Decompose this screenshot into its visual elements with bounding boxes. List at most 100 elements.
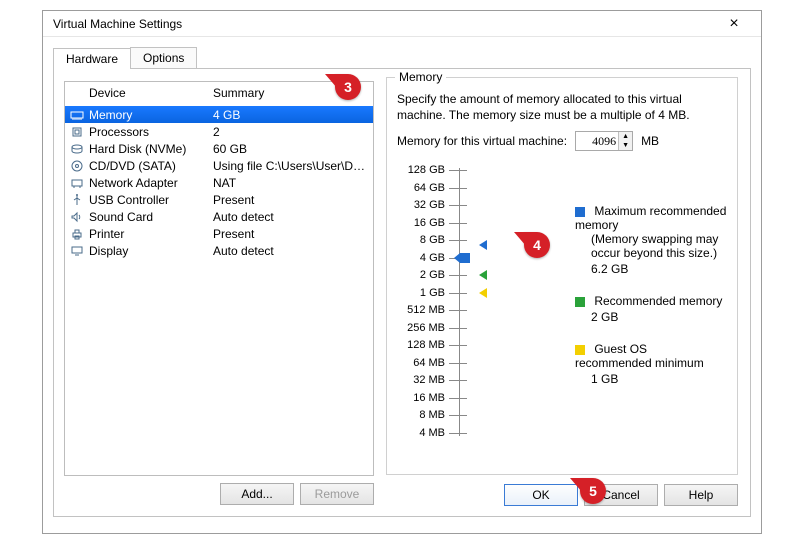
device-row-net[interactable]: Network AdapterNAT (65, 174, 373, 191)
scale-label: 64 GB (397, 182, 445, 194)
memory-spinner[interactable]: ▲▼ (575, 131, 633, 151)
device-name: USB Controller (89, 193, 213, 207)
memory-scale[interactable]: Maximum recommended memory (Memory swapp… (397, 164, 727, 466)
window-title: Virtual Machine Settings (53, 17, 182, 31)
device-row-sound[interactable]: Sound CardAuto detect (65, 208, 373, 225)
memory-slider-track[interactable] (459, 168, 467, 436)
scale-label: 4 GB (397, 252, 445, 264)
device-name: Memory (89, 108, 213, 122)
device-list[interactable]: Device Summary Memory4 GBProcessors2Hard… (64, 81, 374, 476)
scale-label: 32 GB (397, 199, 445, 211)
device-summary: NAT (213, 176, 369, 190)
memory-legend: Maximum recommended memory (Memory swapp… (575, 204, 727, 404)
scale-label: 8 MB (397, 409, 445, 421)
header-device: Device (89, 86, 213, 100)
legend-rec-value: 2 GB (591, 310, 727, 324)
square-icon (575, 297, 585, 307)
help-button[interactable]: Help (664, 484, 738, 506)
memory-description: Specify the amount of memory allocated t… (397, 92, 727, 123)
device-name: Hard Disk (NVMe) (89, 142, 213, 156)
legend-max-value: 6.2 GB (591, 262, 727, 276)
scale-tick (449, 415, 467, 416)
printer-icon (69, 227, 85, 241)
device-summary: Present (213, 193, 369, 207)
cpu-icon (69, 125, 85, 139)
scale-label: 2 GB (397, 269, 445, 281)
hdd-icon (69, 142, 85, 156)
net-icon (69, 176, 85, 190)
scale-label: 8 GB (397, 234, 445, 246)
scale-tick (449, 275, 467, 276)
cddvd-icon (69, 159, 85, 173)
scale-tick (449, 310, 467, 311)
device-row-cpu[interactable]: Processors2 (65, 123, 373, 140)
device-name: Display (89, 244, 213, 258)
scale-tick (449, 223, 467, 224)
legend-max: Maximum recommended memory (Memory swapp… (575, 204, 727, 276)
device-summary: 60 GB (213, 142, 369, 156)
scale-tick (449, 345, 467, 346)
callout-4: 4 (524, 232, 550, 258)
scale-label: 128 MB (397, 339, 445, 351)
device-row-hdd[interactable]: Hard Disk (NVMe)60 GB (65, 140, 373, 157)
legend-max-label: Maximum recommended memory (575, 204, 726, 232)
device-summary: Auto detect (213, 244, 369, 258)
scale-tick (449, 380, 467, 381)
header-summary: Summary (213, 86, 264, 100)
device-name: Printer (89, 227, 213, 241)
scale-tick (449, 205, 467, 206)
device-row-display[interactable]: DisplayAuto detect (65, 242, 373, 259)
memory-slider-head[interactable] (460, 253, 474, 263)
device-summary: Present (213, 227, 369, 241)
callout-3: 3 (335, 74, 361, 100)
device-list-body: Memory4 GBProcessors2Hard Disk (NVMe)60 … (65, 106, 373, 259)
device-name: Processors (89, 125, 213, 139)
tab-hardware[interactable]: Hardware (53, 48, 131, 69)
scale-label: 1 GB (397, 287, 445, 299)
usb-icon (69, 193, 85, 207)
scale-tick (449, 328, 467, 329)
guest-marker-icon (479, 288, 487, 298)
square-icon (575, 345, 585, 355)
device-row-usb[interactable]: USB ControllerPresent (65, 191, 373, 208)
device-row-printer[interactable]: PrinterPresent (65, 225, 373, 242)
scale-tick (449, 398, 467, 399)
legend-max-sub: (Memory swapping may occur beyond this s… (591, 232, 727, 260)
memory-group: Memory Specify the amount of memory allo… (386, 77, 738, 475)
device-name: Network Adapter (89, 176, 213, 190)
sound-icon (69, 210, 85, 224)
add-button[interactable]: Add... (220, 483, 294, 505)
tab-bar: Hardware Options (53, 47, 751, 69)
scale-tick (449, 170, 467, 171)
close-icon[interactable]: × (713, 11, 755, 36)
memory-unit: MB (641, 134, 659, 148)
square-icon (575, 207, 585, 217)
dialog-buttons: OK Cancel Help (504, 484, 738, 506)
device-row-memory[interactable]: Memory4 GB (65, 106, 373, 123)
scale-label: 16 GB (397, 217, 445, 229)
titlebar: Virtual Machine Settings × (43, 11, 761, 37)
spin-buttons[interactable]: ▲▼ (618, 132, 632, 150)
tab-options[interactable]: Options (130, 47, 197, 68)
scale-tick (449, 293, 467, 294)
legend-guest-label: Guest OS recommended minimum (575, 342, 704, 370)
display-icon (69, 244, 85, 258)
device-row-cddvd[interactable]: CD/DVD (SATA)Using file C:\Users\User\Do… (65, 157, 373, 174)
device-name: Sound Card (89, 210, 213, 224)
remove-button: Remove (300, 483, 374, 505)
callout-5: 5 (580, 478, 606, 504)
scale-label: 4 MB (397, 427, 445, 439)
scale-tick (449, 433, 467, 434)
memory-field-label: Memory for this virtual machine: (397, 134, 567, 148)
scale-label: 32 MB (397, 374, 445, 386)
device-buttons: Add... Remove (64, 483, 374, 509)
panel-hardware: Device Summary Memory4 GBProcessors2Hard… (53, 69, 751, 517)
client-area: Hardware Options Device Summary Memory4 … (53, 47, 751, 525)
max-marker-icon (479, 240, 487, 250)
rec-marker-icon (479, 270, 487, 280)
device-summary: 4 GB (213, 108, 369, 122)
scale-label: 64 MB (397, 357, 445, 369)
device-summary: Auto detect (213, 210, 369, 224)
legend-rec: Recommended memory 2 GB (575, 294, 727, 324)
ok-button[interactable]: OK (504, 484, 578, 506)
